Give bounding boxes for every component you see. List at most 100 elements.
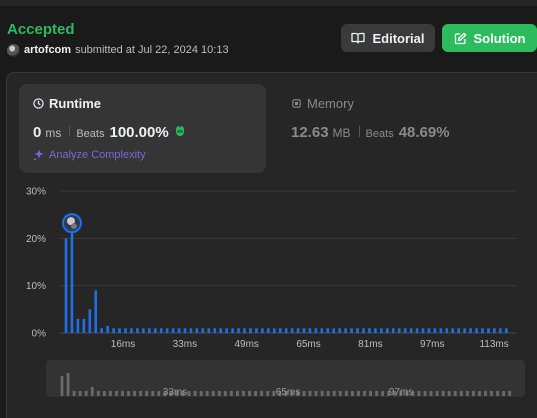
navigator-bar [96, 391, 100, 396]
chart-bar [183, 328, 187, 333]
memory-title[interactable]: Memory [291, 96, 354, 111]
chart-bar [350, 328, 353, 333]
chart-bar [159, 328, 163, 333]
chart-bar [326, 328, 330, 333]
navigator-bar [272, 391, 276, 396]
highlight-avatar-shadow [70, 223, 77, 230]
chart-bar [207, 328, 211, 333]
navigator-bar [423, 391, 427, 396]
navigator-bar [302, 391, 306, 396]
memory-title-label: Memory [307, 96, 354, 111]
chart-bar [124, 328, 127, 333]
chart-bar [433, 328, 437, 333]
navigator-bar [496, 391, 499, 396]
navigator-bar [236, 391, 239, 396]
navigator-bar [508, 391, 512, 396]
chart-bar [249, 328, 252, 333]
navigator-bar [133, 391, 136, 396]
clock-icon [33, 98, 44, 109]
navigator-bar [242, 391, 245, 396]
chart-bar [82, 318, 86, 333]
navigator-bar [465, 391, 469, 396]
runtime-title: Runtime [33, 96, 101, 111]
chart-bar [409, 328, 413, 333]
chart-bar [267, 328, 270, 333]
chart-bar [308, 328, 312, 333]
username-link[interactable]: artofcom [24, 44, 71, 56]
x-tick-label: 65ms [296, 339, 320, 350]
chart-bar [314, 328, 318, 333]
chart-bar [439, 328, 443, 333]
navigator-bar [193, 391, 197, 396]
x-tick-label: 33ms [173, 339, 197, 350]
navigator-bar [187, 391, 191, 396]
chart-bar [493, 328, 496, 333]
chart-bar [344, 328, 347, 333]
chart-bar [445, 328, 449, 333]
editorial-button[interactable]: Editorial [341, 24, 435, 52]
book-icon [351, 32, 366, 44]
memory-metric: 12.63 MB Beats 48.69% [291, 124, 450, 141]
chart-bar [219, 328, 222, 333]
chart-bar [320, 328, 324, 333]
navigator-bar [127, 391, 130, 396]
analyze-label: Analyze Complexity [49, 149, 146, 161]
navigator-bar [139, 391, 143, 396]
chart-bar [457, 328, 460, 333]
navigator-tick-label: 97ms [389, 387, 413, 398]
navigator-bar [145, 391, 149, 396]
navigator-bar [375, 391, 378, 396]
chart-bar [290, 328, 294, 333]
runtime-distribution-chart[interactable]: 30% 20% 10% 0% 16ms 33ms 49ms 65ms 81ms 97ms 113ms [0, 176, 537, 356]
navigator-tick-label: 33ms [163, 387, 187, 398]
chart-bar [165, 328, 169, 333]
solution-label: Solution [473, 30, 526, 46]
memory-value: 12.63 [291, 124, 329, 141]
memory-chip-icon [292, 99, 301, 108]
chart-bar [505, 328, 508, 333]
chart-bar [338, 328, 341, 333]
navigator-bar [102, 391, 106, 396]
chart-bar [171, 328, 175, 333]
navigator-bar [417, 391, 421, 396]
navigator-bar [84, 391, 88, 396]
navigator-bar [205, 391, 209, 396]
navigator-bar [332, 391, 336, 396]
chart-bar [237, 328, 240, 333]
navigator-bar [381, 391, 385, 396]
x-tick-label: 97ms [420, 339, 444, 350]
x-tick-label: 49ms [234, 339, 258, 350]
clap-icon [173, 124, 187, 140]
analyze-complexity-link[interactable]: Analyze Complexity [33, 149, 146, 161]
navigator-bar [199, 391, 203, 396]
submission-status: Accepted [7, 21, 75, 38]
chart-bar [142, 328, 145, 333]
chart-bar [421, 328, 425, 333]
navigator-bar [60, 376, 64, 396]
navigator-bar [109, 391, 112, 396]
chart-bar [272, 328, 276, 333]
chart-bar [130, 328, 133, 333]
chart-bar [380, 328, 383, 333]
navigator-chart[interactable]: 33ms 65ms 97ms [0, 360, 537, 400]
navigator-bar [344, 391, 348, 396]
navigator-bar [441, 391, 445, 396]
chart-bar [302, 328, 306, 333]
navigator-bar [453, 391, 457, 396]
solution-button[interactable]: Solution [442, 24, 537, 52]
navigator-bar [338, 391, 342, 396]
chart-bar [189, 328, 193, 333]
y-tick-label: 10% [26, 281, 46, 292]
navigator-bar [357, 391, 360, 396]
navigator-bar [78, 391, 82, 396]
user-avatar[interactable] [7, 43, 20, 57]
memory-beats-label: Beats [365, 128, 394, 140]
x-tick-label: 81ms [358, 339, 382, 350]
chart-bar [368, 328, 371, 333]
chart-bar [100, 328, 103, 333]
navigator-bar [254, 391, 257, 396]
navigator-bar [478, 391, 481, 396]
top-divider [0, 0, 537, 6]
navigator-bar [490, 391, 493, 396]
chart-bar [177, 328, 181, 333]
